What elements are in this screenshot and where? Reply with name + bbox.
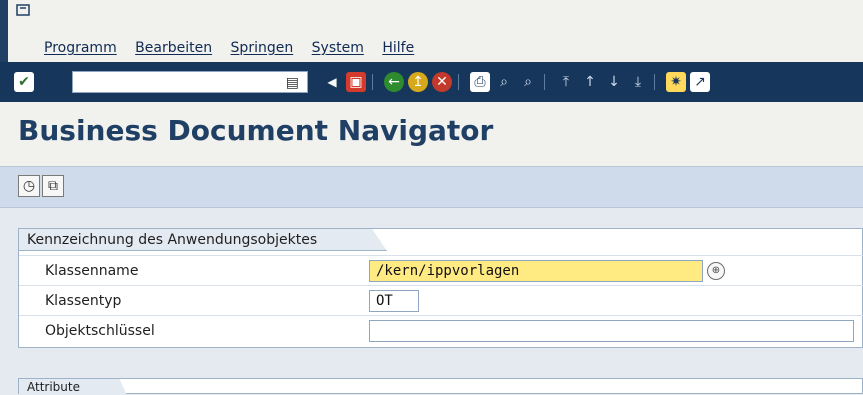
command-field[interactable]: ▤ — [72, 71, 308, 93]
system-menu-icon[interactable] — [16, 4, 30, 16]
toolbar-separator — [654, 74, 655, 90]
group-box-object-identification: Kennzeichnung des Anwendungsobjektes Kla… — [18, 228, 863, 348]
back-arrow-icon[interactable]: ◀ — [322, 72, 342, 92]
cancel-icon[interactable]: ✕ — [432, 72, 452, 92]
copy-object-icon[interactable]: ⧉ — [42, 175, 64, 197]
klassenname-input[interactable]: /kern/ippvorlagen — [369, 260, 703, 282]
system-toolbar: ✔ ▤ ◀ ▣ ← ↥ ✕ ⎙ ⌕ ⌕ ⤒ ↑ ↓ ⤓ ✷ ↗ — [0, 62, 863, 102]
row-klassentyp: Klassentyp OT — [19, 285, 863, 315]
window-edge — [0, 0, 8, 62]
menu-bearbeiten[interactable]: Bearbeiten — [135, 40, 212, 56]
enter-check-icon[interactable]: ✔ — [14, 72, 34, 92]
objektschluessel-input[interactable] — [369, 320, 854, 342]
menu-programm[interactable]: Programm — [44, 40, 117, 56]
toolbar-separator — [458, 74, 459, 90]
next-page-icon[interactable]: ↓ — [604, 72, 624, 92]
title-bar: Business Document Navigator — [0, 102, 863, 166]
previous-page-icon[interactable]: ↑ — [580, 72, 600, 92]
application-toolbar: ◷ ⧉ — [0, 166, 863, 208]
execute-clock-icon[interactable]: ◷ — [18, 175, 40, 197]
menu-hilfe[interactable]: Hilfe — [382, 40, 414, 56]
save-icon[interactable]: ▣ — [346, 72, 366, 92]
find-next-icon[interactable]: ⌕ — [518, 72, 538, 92]
first-page-icon[interactable]: ⤒ — [556, 72, 576, 92]
menu-system[interactable]: System — [312, 40, 364, 56]
print-icon[interactable]: ⎙ — [470, 72, 490, 92]
menu-items: Programm Bearbeiten Springen System Hilf… — [44, 40, 428, 56]
group-box-title-attributes: Attribute — [19, 379, 127, 395]
new-session-icon[interactable]: ✷ — [666, 72, 686, 92]
back-icon[interactable]: ← — [384, 72, 404, 92]
last-page-icon[interactable]: ⤓ — [628, 72, 648, 92]
page-title: Business Document Navigator — [18, 114, 494, 147]
value-help-icon[interactable]: ⊕ — [707, 262, 725, 280]
row-klassenname: Klassenname /kern/ippvorlagen ⊕ — [19, 255, 863, 285]
menu-springen[interactable]: Springen — [231, 40, 294, 56]
toolbar-separator — [372, 74, 373, 90]
find-icon[interactable]: ⌕ — [494, 72, 514, 92]
menubar: Programm Bearbeiten Springen System Hilf… — [0, 0, 863, 62]
command-history-icon[interactable]: ▤ — [286, 75, 299, 91]
exit-icon[interactable]: ↥ — [408, 72, 428, 92]
row-objektschluessel: Objektschlüssel — [19, 315, 863, 345]
label-klassentyp: Klassentyp — [45, 293, 122, 309]
toolbar-separator — [544, 74, 545, 90]
label-klassenname: Klassenname — [45, 263, 139, 279]
shortcut-icon[interactable]: ↗ — [690, 72, 710, 92]
label-objektschluessel: Objektschlüssel — [45, 323, 155, 339]
klassentyp-input[interactable]: OT — [369, 290, 419, 312]
group-box-title: Kennzeichnung des Anwendungsobjektes — [19, 229, 387, 251]
